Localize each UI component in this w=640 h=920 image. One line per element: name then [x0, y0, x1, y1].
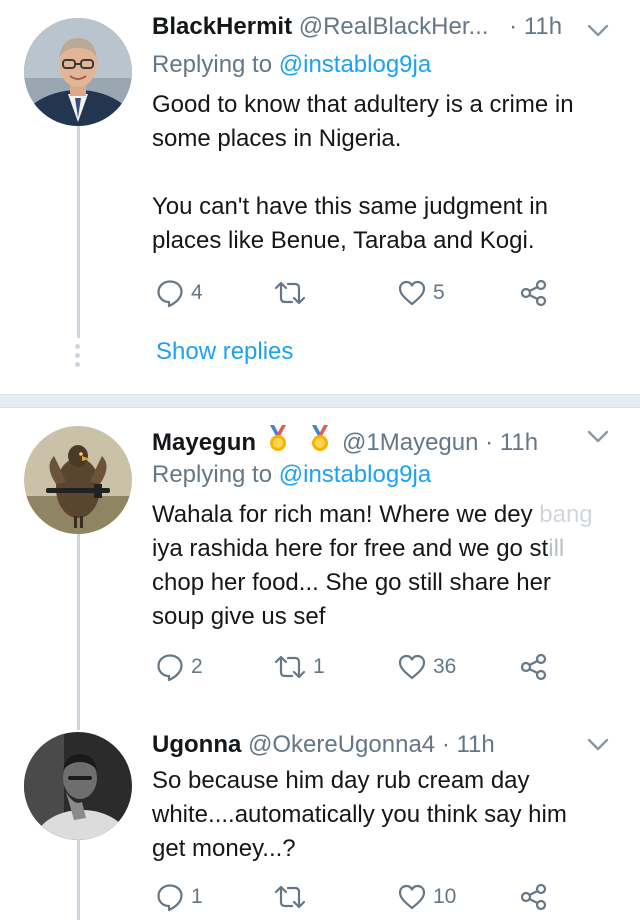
tweet-mayegun[interactable]: Mayegun @1Mayegun · 11h Replying to @ins… [0, 408, 640, 718]
thread-line [77, 534, 80, 718]
tweet-body-line-2: iya rashida here for free and we go stil… [152, 532, 622, 566]
display-name[interactable]: BlackHermit [152, 13, 292, 40]
replying-to-label: Replying to [152, 51, 273, 78]
share-button[interactable] [519, 650, 549, 684]
like-count: 36 [433, 655, 457, 678]
tweet-text: Wahala for rich man! Where we dey bang i… [152, 498, 622, 634]
avatar[interactable] [24, 732, 132, 840]
reply-button[interactable]: 4 [155, 276, 203, 310]
tweet-actions: 4 5 [155, 276, 555, 310]
share-button[interactable] [519, 880, 549, 914]
tweet-text: Good to know that adultery is a crime in… [152, 88, 622, 258]
thread-line [77, 718, 80, 730]
tweet-body-rest: chop her food... She go still share her … [152, 569, 551, 630]
gold-medal-icon [269, 425, 286, 451]
tweet-body: So because him day rub cream day white..… [152, 767, 567, 862]
tweet-body-faded-text: bang [539, 501, 593, 528]
gold-medal-icon [312, 425, 329, 451]
replying-to: Replying to @instablog9ja [152, 460, 431, 490]
replying-to-label: Replying to [152, 461, 273, 488]
tweet-body-line-1: Wahala for rich man! Where we dey bang [152, 498, 622, 532]
share-button[interactable] [519, 276, 549, 310]
tweet-body-text: iya rashida here for free and we go st [152, 535, 549, 562]
retweet-icon [274, 885, 306, 909]
user-handle[interactable]: @1Mayegun [342, 429, 478, 456]
retweet-count: 1 [313, 655, 325, 678]
chevron-down-icon[interactable] [585, 732, 611, 758]
thread-ellipsis [75, 344, 81, 371]
share-icon [520, 653, 547, 681]
heart-icon [398, 280, 426, 306]
avatar-image [24, 732, 132, 840]
avatar[interactable] [24, 18, 132, 126]
reply-count: 2 [191, 655, 203, 678]
section-divider [0, 394, 640, 408]
timestamp[interactable]: 11h [500, 429, 538, 456]
display-name[interactable]: Mayegun [152, 429, 256, 456]
reply-count: 4 [191, 281, 203, 304]
like-button[interactable]: 10 [397, 880, 456, 914]
reply-count: 1 [191, 885, 203, 908]
like-count: 10 [433, 885, 457, 908]
user-handle[interactable]: @RealBlackHer... [299, 13, 489, 40]
timestamp[interactable]: 11h [524, 13, 562, 40]
replying-to-mention[interactable]: @instablog9ja [279, 461, 431, 488]
reply-button[interactable]: 2 [155, 650, 203, 684]
avatar[interactable] [24, 426, 132, 534]
separator: · [441, 731, 450, 758]
tweet-header: BlackHermit @RealBlackHer... · 11h [152, 12, 562, 42]
reply-icon [157, 884, 183, 912]
user-handle[interactable]: @OkereUgonna4 [248, 731, 435, 758]
retweet-button[interactable] [273, 276, 313, 310]
show-replies-link[interactable]: Show replies [156, 338, 293, 366]
replying-to: Replying to @instablog9ja [152, 50, 431, 80]
tweet-text: So because him day rub cream day white..… [152, 764, 602, 866]
tweet-actions: 1 10 [155, 880, 555, 914]
tweet-actions: 2 1 36 [155, 650, 555, 684]
chevron-down-icon[interactable] [585, 18, 611, 44]
chevron-down-icon[interactable] [585, 424, 611, 450]
reply-icon [157, 654, 183, 682]
avatar-image [24, 18, 132, 126]
replying-to-mention[interactable]: @instablog9ja [279, 51, 431, 78]
share-icon [520, 883, 547, 911]
retweet-icon [274, 655, 306, 679]
reply-icon [157, 280, 183, 308]
tweet-blackhermit[interactable]: BlackHermit @RealBlackHer... · 11h Reply… [0, 0, 640, 394]
retweet-button[interactable] [273, 880, 313, 914]
retweet-button[interactable]: 1 [273, 650, 325, 684]
like-button[interactable]: 5 [397, 276, 445, 310]
retweet-icon [274, 281, 306, 305]
tweet-header: Ugonna @OkereUgonna4 · 11h [152, 730, 495, 760]
separator: · [485, 429, 494, 456]
tweet-body-faded-text: ill [548, 535, 565, 562]
like-count: 5 [433, 281, 445, 304]
tweet-ugonna[interactable]: Ugonna @OkereUgonna4 · 11h So because hi… [0, 718, 640, 920]
share-icon [520, 279, 547, 307]
display-name[interactable]: Ugonna [152, 731, 241, 758]
tweet-body-text: Wahala for rich man! Where we dey [152, 501, 533, 528]
timestamp[interactable]: 11h [456, 731, 494, 758]
tweet-body: Good to know that adultery is a crime in… [152, 91, 574, 254]
heart-icon [398, 654, 426, 680]
avatar-image [24, 426, 132, 534]
thread-line [77, 126, 80, 338]
thread-line [77, 840, 80, 920]
heart-icon [398, 884, 426, 910]
reply-button[interactable]: 1 [155, 880, 203, 914]
separator: · [509, 13, 518, 40]
tweet-header: Mayegun @1Mayegun · 11h [152, 424, 538, 458]
like-button[interactable]: 36 [397, 650, 456, 684]
